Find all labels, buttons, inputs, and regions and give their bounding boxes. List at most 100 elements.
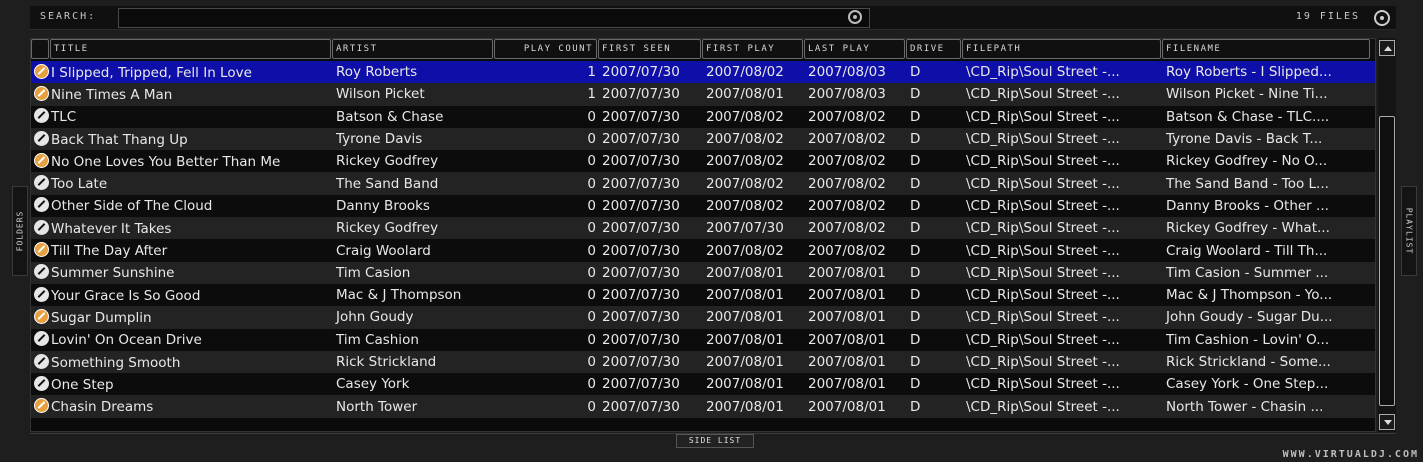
cell-title: Till The Day After: [31, 242, 333, 259]
cell-last-play: 2007/08/01: [808, 264, 886, 281]
cell-title: One Step: [31, 375, 333, 393]
cell-drive: D: [910, 331, 921, 348]
folders-tab-label: FOLDERS: [15, 210, 25, 252]
table-row[interactable]: No One Loves You Better Than Me Rickey Go…: [31, 150, 1375, 173]
cell-first-play: 2007/08/02: [706, 64, 784, 81]
cell-first-seen: 2007/07/30: [602, 331, 680, 348]
table-row[interactable]: Something Smooth Rick Strickland 0 2007/07/…: [31, 350, 1375, 374]
cell-filename: Craig Woolard - Till Th...: [1166, 242, 1328, 259]
cell-title-text: Till The Day After: [51, 243, 168, 260]
table-row[interactable]: Other Side of The Cloud Danny Brooks 0 2007…: [31, 194, 1375, 218]
scroll-up-icon[interactable]: [1379, 40, 1395, 56]
cell-title-text: One Step: [51, 376, 114, 393]
cell-filename: Rickey Godfrey - What...: [1166, 220, 1330, 237]
cell-last-play: 2007/08/02: [808, 131, 886, 148]
table-row[interactable]: I Slipped, Tripped, Fell In Love Roy Robe…: [31, 61, 1375, 84]
cell-first-seen: 2007/07/30: [602, 175, 680, 192]
cell-filename: Wilson Picket - Nine Ti...: [1166, 86, 1328, 103]
cell-filename: Rick Strickland - Some...: [1166, 354, 1331, 370]
cell-filepath: \CD_Rip\Soul Street -...: [966, 220, 1120, 237]
playlist-tab[interactable]: PLAYLIST: [1401, 186, 1417, 276]
cell-drive: D: [910, 153, 921, 170]
table-row[interactable]: Whatever It Takes Rickey Godfrey 0 2007/07/…: [31, 217, 1375, 240]
search-input[interactable]: [118, 8, 870, 28]
table-row[interactable]: Chasin Dreams North Tower 0 2007/07/30 2007/…: [31, 395, 1375, 418]
column-header-filepath[interactable]: FILEPATH: [962, 39, 1161, 59]
search-options-icon[interactable]: [848, 10, 862, 24]
file-list[interactable]: TITLE ARTIST PLAY COUNT FIRST SEEN FIRST…: [30, 38, 1376, 432]
playlist-disc-icon: [34, 63, 49, 79]
column-header-first-seen[interactable]: FIRST SEEN: [598, 39, 701, 59]
cell-artist: Craig Woolard: [336, 242, 431, 259]
scroll-down-icon[interactable]: [1379, 414, 1395, 430]
column-header-last-play[interactable]: LAST PLAY: [804, 39, 905, 59]
column-header-first-play[interactable]: FIRST PLAY: [702, 39, 803, 59]
cell-artist: Danny Brooks: [336, 197, 430, 214]
cell-artist: The Sand Band: [336, 175, 439, 192]
files-options-icon[interactable]: [1374, 10, 1390, 26]
cell-filepath: \CD_Rip\Soul Street -...: [966, 108, 1120, 125]
cell-title-text: Nine Times A Man: [51, 86, 173, 103]
table-row[interactable]: One Step Casey York 0 2007/07/30 2007/08/01 2…: [31, 373, 1375, 396]
table-row[interactable]: Nine Times A Man Wilson Picket 1 2007/07/30…: [31, 83, 1375, 106]
cell-play-count: 0: [587, 264, 596, 281]
table-row[interactable]: Lovin' On Ocean Drive Tim Cashion 0 2007/07…: [31, 328, 1375, 351]
cell-title: Sugar Dumplin: [31, 308, 333, 326]
playlist-tab-label: PLAYLIST: [1404, 207, 1414, 255]
cell-first-play: 2007/08/01: [706, 287, 784, 304]
cell-play-count: 0: [587, 376, 596, 393]
cell-filepath: \CD_Rip\Soul Street -...: [966, 153, 1120, 170]
column-header-play-count[interactable]: PLAY COUNT: [494, 39, 597, 59]
cell-filename: The Sand Band - Too L...: [1166, 175, 1329, 192]
vertical-scrollbar[interactable]: [1378, 38, 1396, 432]
cell-artist: Batson & Chase: [336, 108, 444, 125]
table-row[interactable]: TLC Batson & Chase 0 2007/07/30 2007/08/02 20…: [31, 105, 1375, 128]
cell-play-count: 0: [587, 309, 596, 326]
folders-tab[interactable]: FOLDERS: [12, 186, 28, 276]
cell-title-text: Too Late: [51, 176, 108, 193]
column-header-select[interactable]: [31, 39, 49, 59]
cell-title: Other Side of The Cloud: [31, 197, 333, 214]
cd-icon: [34, 130, 49, 146]
cell-first-seen: 2007/07/30: [602, 108, 680, 125]
cell-artist: Rick Strickland: [336, 354, 437, 370]
track-rows: I Slipped, Tripped, Fell In Love Roy Robe…: [31, 61, 1375, 418]
cell-first-seen: 2007/07/30: [602, 309, 680, 326]
cell-title-text: I Slipped, Tripped, Fell In Love: [51, 64, 252, 81]
cell-first-play: 2007/08/01: [706, 398, 784, 415]
cell-artist: John Goudy: [336, 309, 414, 326]
cell-filename: Tim Cashion - Lovin' O...: [1166, 331, 1330, 348]
table-row[interactable]: Summer Sunshine Tim Casion 0 2007/07/30 2007…: [31, 261, 1375, 284]
cell-drive: D: [910, 64, 921, 81]
cell-first-seen: 2007/07/30: [602, 376, 680, 393]
browser-panel: SEARCH: 19 FILES FOLDERS PLAYLIST TITLE …: [0, 0, 1423, 462]
cd-icon: [34, 197, 49, 213]
table-row[interactable]: Till The Day After Craig Woolard 0 2007/07/…: [31, 239, 1375, 262]
cell-last-play: 2007/08/02: [808, 108, 886, 125]
cell-filename: Casey York - One Step...: [1166, 376, 1329, 393]
cell-first-seen: 2007/07/30: [602, 220, 680, 237]
cell-artist: Tyrone Davis: [336, 131, 423, 148]
cell-title-text: Summer Sunshine: [51, 265, 175, 282]
cell-filepath: \CD_Rip\Soul Street -...: [966, 398, 1120, 415]
cell-last-play: 2007/08/03: [808, 64, 886, 81]
search-bar: SEARCH: 19 FILES: [30, 6, 1396, 30]
cell-last-play: 2007/08/01: [808, 287, 886, 304]
cell-artist: Roy Roberts: [336, 64, 418, 81]
column-header-drive[interactable]: DRIVE: [906, 39, 961, 59]
table-row[interactable]: Sugar Dumplin John Goudy 0 2007/07/30 2007/0…: [31, 306, 1375, 329]
side-list-button[interactable]: SIDE LIST: [676, 434, 754, 448]
column-header-filename[interactable]: FILENAME: [1162, 39, 1370, 59]
column-header-title[interactable]: TITLE: [50, 39, 331, 59]
cell-first-seen: 2007/07/30: [602, 242, 680, 259]
table-row[interactable]: Your Grace Is So Good Mac & J Thompson 0 20…: [31, 283, 1375, 307]
cell-filepath: \CD_Rip\Soul Street -...: [966, 242, 1120, 259]
cell-title-text: Sugar Dumplin: [51, 309, 152, 326]
scroll-thumb[interactable]: [1379, 116, 1395, 406]
cell-drive: D: [910, 86, 921, 103]
table-row[interactable]: Too Late The Sand Band 0 2007/07/30 2007/08/…: [31, 172, 1375, 195]
table-row[interactable]: Back That Thang Up Tyrone Davis 0 2007/07/3…: [31, 127, 1375, 151]
column-header-artist[interactable]: ARTIST: [332, 39, 493, 59]
cell-last-play: 2007/08/01: [808, 354, 886, 370]
cell-first-seen: 2007/07/30: [602, 354, 680, 370]
